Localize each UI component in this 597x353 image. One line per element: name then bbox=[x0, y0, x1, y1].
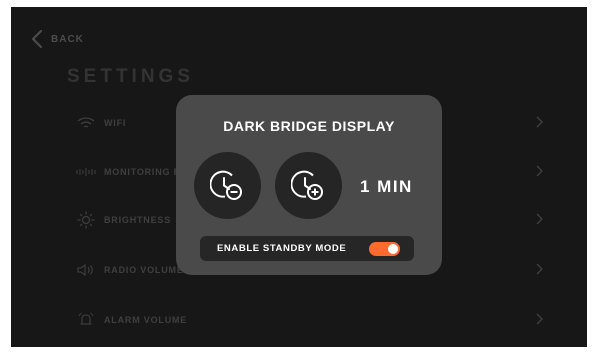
dark-bridge-display-dialog: DARK BRIDGE DISPLAY 1 MIN ENABLE STANDBY… bbox=[176, 95, 442, 275]
toggle-knob bbox=[388, 244, 398, 254]
clock-plus-icon bbox=[290, 170, 323, 200]
clock-minus-icon bbox=[209, 170, 242, 200]
dialog-title: DARK BRIDGE DISPLAY bbox=[223, 118, 395, 134]
increase-timeout-button[interactable] bbox=[275, 152, 342, 219]
timeout-value: 1 MIN bbox=[360, 177, 413, 196]
standby-mode-row[interactable]: ENABLE STANDBY MODE bbox=[200, 236, 414, 261]
decrease-timeout-button[interactable] bbox=[194, 152, 261, 219]
standby-mode-toggle[interactable] bbox=[369, 242, 400, 256]
standby-mode-label: ENABLE STANDBY MODE bbox=[217, 243, 347, 254]
device-screen: BACK SETTINGS WIFI MONITORING FR BRIGHTN… bbox=[11, 7, 587, 347]
